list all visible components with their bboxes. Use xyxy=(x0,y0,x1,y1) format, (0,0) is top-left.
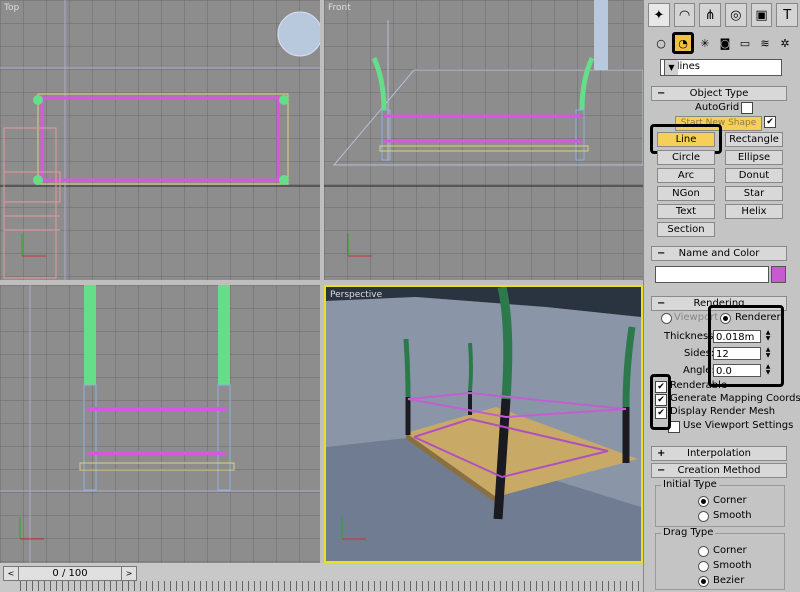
chevron-down-icon[interactable]: ▼ xyxy=(664,60,678,75)
hierarchy-tab-icon[interactable]: ⋔ xyxy=(699,3,722,27)
left-view-canvas xyxy=(0,285,320,563)
viewport-left[interactable] xyxy=(0,285,320,563)
helpers-icon[interactable]: ▭ xyxy=(736,34,754,52)
drag-smooth-radio[interactable] xyxy=(698,561,709,572)
cameras-icon[interactable]: ◙ xyxy=(716,34,734,52)
rollout-sign: − xyxy=(657,298,666,309)
rollout-title: Interpolation xyxy=(687,448,751,459)
arc-button[interactable]: Arc xyxy=(657,168,715,183)
viewport-divider-horizontal xyxy=(0,280,643,285)
object-color-swatch[interactable] xyxy=(771,266,786,283)
drag-corner-label: Corner xyxy=(713,545,747,556)
viewport-perspective[interactable]: Perspective xyxy=(324,285,643,563)
donut-button[interactable]: Donut xyxy=(725,168,783,183)
generate-mapping-label: Generate Mapping Coords. xyxy=(670,393,800,404)
rollout-name-and-color[interactable]: − Name and Color xyxy=(651,246,787,261)
drag-bezier-radio[interactable] xyxy=(698,576,709,587)
front-view-canvas xyxy=(324,0,643,280)
viewport-label-front[interactable]: Front xyxy=(328,3,351,13)
initial-smooth-radio[interactable] xyxy=(698,511,709,522)
utilities-tab-icon[interactable]: T xyxy=(776,3,799,27)
helix-button[interactable]: Helix xyxy=(725,204,783,219)
time-bar: < 0 / 100 > xyxy=(0,563,643,592)
autogrid-label: AutoGrid xyxy=(695,102,740,113)
track-bar[interactable] xyxy=(20,581,640,591)
drag-smooth-label: Smooth xyxy=(713,560,752,571)
rectangle-button[interactable]: Rectangle xyxy=(725,132,783,147)
rollout-sign: + xyxy=(657,448,666,459)
modify-tab-icon[interactable]: ◠ xyxy=(673,3,696,27)
rendering-params-highlight xyxy=(708,305,784,387)
initial-corner-radio[interactable] xyxy=(698,496,709,507)
viewport-front[interactable]: Front xyxy=(324,0,643,280)
rollout-title: Object Type xyxy=(689,88,749,99)
time-frame-text: 0 / 100 xyxy=(52,568,88,579)
autogrid-checkbox[interactable] xyxy=(741,102,753,114)
create-tab-icon[interactable]: ✦ xyxy=(648,3,670,27)
spacewarps-icon[interactable]: ≋ xyxy=(756,34,774,52)
rollout-sign: − xyxy=(657,465,666,476)
initial-smooth-label: Smooth xyxy=(713,510,752,521)
time-next-button[interactable]: > xyxy=(121,567,136,580)
create-subtabs: ○ ◔ ✳ ◙ ▭ ≋ ✲ xyxy=(652,32,797,54)
display-render-mesh-label: Display Render Mesh xyxy=(670,406,776,417)
section-button[interactable]: Section xyxy=(657,222,715,237)
motion-tab-icon[interactable]: ◎ xyxy=(725,3,747,27)
viewport-radio[interactable] xyxy=(661,313,672,324)
initial-type-label: Initial Type xyxy=(661,479,719,490)
drag-bezier-label: Bezier xyxy=(713,575,745,586)
display-tab-icon[interactable]: ▣ xyxy=(750,3,773,27)
rollout-interpolation[interactable]: + Interpolation xyxy=(651,446,787,461)
time-slider[interactable]: < 0 / 100 > xyxy=(3,566,137,581)
rollout-title: Creation Method xyxy=(677,465,761,476)
perspective-view-canvas xyxy=(326,287,641,561)
text-button[interactable]: Text xyxy=(657,204,715,219)
rollout-sign: − xyxy=(657,88,666,99)
initial-corner-label: Corner xyxy=(713,495,747,506)
systems-icon[interactable]: ✲ xyxy=(776,34,794,52)
checkbox-highlight xyxy=(650,374,671,430)
geometry-icon[interactable]: ○ xyxy=(652,34,670,52)
object-name-input[interactable] xyxy=(655,266,769,283)
start-new-shape-checkbox[interactable]: ✔ xyxy=(764,116,776,128)
viewport-label-perspective[interactable]: Perspective xyxy=(330,290,382,300)
category-dropdown[interactable]: Splines ▼ xyxy=(660,59,782,76)
rollout-title: Name and Color xyxy=(678,248,760,259)
star-button[interactable]: Star xyxy=(725,186,783,201)
command-panel-tabs: ✦ ◠ ⋔ ◎ ▣ T xyxy=(648,3,799,29)
drag-corner-radio[interactable] xyxy=(698,546,709,557)
shapes-icon[interactable]: ◔ xyxy=(672,32,694,54)
viewport-top[interactable]: Top xyxy=(0,0,320,280)
renderable-label: Renderable xyxy=(670,380,728,391)
ellipse-button[interactable]: Ellipse xyxy=(725,150,783,165)
top-view-canvas xyxy=(0,0,320,280)
rollout-object-type[interactable]: − Object Type xyxy=(651,86,787,101)
rollout-sign: − xyxy=(657,248,666,259)
use-viewport-label: Use Viewport Settings xyxy=(683,420,794,431)
drag-type-label: Drag Type xyxy=(661,527,716,538)
rollout-creation-method[interactable]: − Creation Method xyxy=(651,463,787,478)
ngon-button[interactable]: NGon xyxy=(657,186,715,201)
time-prev-button[interactable]: < xyxy=(4,567,19,580)
viewport-label-top[interactable]: Top xyxy=(4,3,19,13)
lights-icon[interactable]: ✳ xyxy=(696,34,714,52)
circle-button[interactable]: Circle xyxy=(657,150,715,165)
